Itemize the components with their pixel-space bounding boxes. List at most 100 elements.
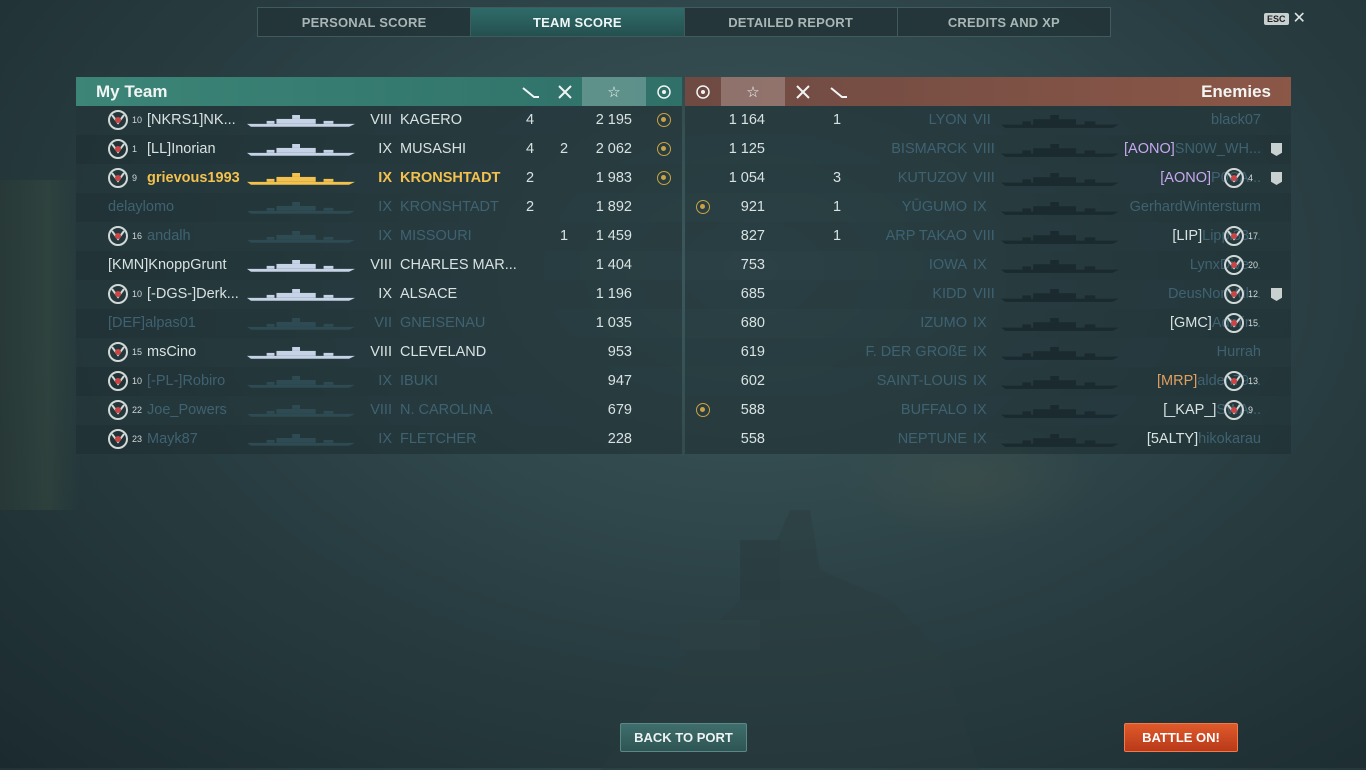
player-row[interactable]: 15 msCino VIII CLEVELAND 953 bbox=[76, 338, 682, 367]
medal-icon bbox=[696, 200, 710, 214]
rank-number: 10 bbox=[132, 115, 143, 125]
ship-name: NEPTUNE bbox=[897, 431, 967, 447]
base-xp-score: 1 459 bbox=[595, 228, 632, 244]
player-name: grievous1993 bbox=[147, 170, 240, 186]
player-name: Mayk87 bbox=[147, 431, 198, 447]
player-row[interactable]: 602 SAINT-LOUIS IX [MRP]alden79... 13 bbox=[685, 367, 1291, 396]
ship-tier: VII bbox=[973, 112, 991, 128]
tab-credits-and-xp[interactable]: CREDITS AND XP bbox=[898, 8, 1110, 36]
rank-insignia-icon bbox=[1223, 167, 1245, 189]
base-xp-score: 1 164 bbox=[728, 112, 765, 128]
rank-number: 9 bbox=[132, 173, 138, 183]
clan-tag: [MRP] bbox=[1157, 373, 1198, 389]
player-row[interactable]: [KMN]KnoppGrunt VIII CHARLES MAR... 1 404 bbox=[76, 251, 682, 280]
ship-name: IOWA bbox=[928, 257, 967, 273]
ship-name: ARP TAKAO bbox=[885, 228, 967, 244]
ship-silhouette bbox=[247, 434, 355, 446]
player-row[interactable]: 1 [LL]Inorian IX MUSASHI 4 2 2 062 bbox=[76, 135, 682, 164]
player-name: black07 bbox=[1211, 112, 1261, 128]
player-row[interactable]: 685 KIDD VIII DeusNonVul... 12 bbox=[685, 280, 1291, 309]
rank-number: 22 bbox=[132, 405, 143, 415]
ship-silhouette bbox=[1001, 173, 1119, 186]
player-nick: Joe_Powers bbox=[147, 402, 227, 418]
player-name: Joe_Powers bbox=[147, 402, 227, 418]
player-row[interactable]: 558 NEPTUNE IX [5ALTY]hikokarau bbox=[685, 425, 1291, 454]
torpedo-hits: 2 bbox=[526, 170, 535, 186]
clan-tag: [LL] bbox=[147, 141, 172, 157]
player-row[interactable]: delaylomo IX KRONSHTADT 2 1 892 bbox=[76, 193, 682, 222]
ship-tier: IX bbox=[378, 199, 392, 215]
player-row[interactable]: 22 Joe_Powers VIII N. CAROLINA 679 bbox=[76, 396, 682, 425]
player-row[interactable]: 10 [-DGS-]Derk... IX ALSACE 1 196 bbox=[76, 280, 682, 309]
player-row[interactable]: [DEF]alpas01 VII GNEISENAU 1 035 bbox=[76, 309, 682, 338]
ship-tier: VIII bbox=[973, 286, 995, 302]
rank-number: 17 bbox=[1248, 231, 1259, 241]
base-xp-score: 685 bbox=[740, 286, 765, 302]
player-nick: hikokarau bbox=[1198, 431, 1261, 447]
player-row[interactable]: 9 grievous1993 IX KRONSHTADT 2 1 983 bbox=[76, 164, 682, 193]
ship-name: CLEVELAND bbox=[400, 344, 487, 360]
ship-silhouette bbox=[1001, 260, 1119, 273]
ship-name: LYON bbox=[928, 112, 967, 128]
player-row[interactable]: 619 F. DER GROßE IX Hurrah bbox=[685, 338, 1291, 367]
player-row[interactable]: 8271ARP TAKAOVIII[LIP]Lippi33...17 bbox=[685, 222, 1291, 251]
ship-silhouette bbox=[1001, 202, 1119, 215]
torpedo-icon bbox=[513, 77, 549, 106]
clan-tag: [AONO] bbox=[1124, 141, 1175, 157]
ship-silhouette bbox=[247, 318, 355, 330]
player-row[interactable]: 10 [-PL-]Robiro IX IBUKI 947 bbox=[76, 367, 682, 396]
player-row[interactable]: 753 IOWA IX LynxDive... 20 bbox=[685, 251, 1291, 280]
planes-destroyed: 1 bbox=[833, 112, 842, 128]
ship-silhouette bbox=[1001, 289, 1119, 302]
clan-tag: [DEF] bbox=[108, 315, 146, 331]
player-row[interactable]: 921 1 YŪGUMO IX GerhardWintersturm bbox=[685, 193, 1291, 222]
player-row[interactable]: 23 Mayk87 IX FLETCHER 228 bbox=[76, 425, 682, 454]
player-row[interactable]: 16 andalh IX MISSOURI 1 1 459 bbox=[76, 222, 682, 251]
player-nick: alpas01 bbox=[145, 315, 196, 331]
player-nick: black07 bbox=[1211, 112, 1261, 128]
close-button[interactable]: ESC ✕ bbox=[1264, 11, 1306, 27]
ship-tier: IX bbox=[973, 373, 987, 389]
player-row[interactable]: 1 054 3 KUTUZOV VIII [AONO]P0CA...4 bbox=[685, 164, 1291, 193]
tab-team-score[interactable]: TEAM SCORE bbox=[471, 8, 685, 36]
enemies-title: Enemies bbox=[1201, 82, 1271, 101]
clan-tag: [LIP] bbox=[1172, 228, 1203, 244]
ship-tier: IX bbox=[973, 315, 987, 331]
planes-destroyed: 3 bbox=[833, 170, 842, 186]
player-name: GerhardWintersturm bbox=[1130, 199, 1261, 215]
ship-tier: IX bbox=[973, 402, 987, 418]
torpedo-hits: 2 bbox=[526, 199, 535, 215]
clan-tag: [5ALTY] bbox=[1146, 431, 1199, 447]
player-name: [NKRS1]NK... bbox=[147, 112, 236, 128]
player-nick: SN0W_WH... bbox=[1174, 141, 1261, 157]
rank-number: 16 bbox=[132, 231, 143, 241]
ship-name: BUFFALO bbox=[900, 402, 967, 418]
player-row[interactable]: 588 BUFFALO IX [_KAP_]SWA... 9 bbox=[685, 396, 1291, 425]
enemies-panel: ☆ Enemies 1 164 1 LYON VII black07 1 125 BISMA… bbox=[685, 77, 1291, 454]
rank-number: 9 bbox=[1248, 405, 1254, 415]
ship-name: GNEISENAU bbox=[400, 315, 486, 331]
clan-tag: [NKRS1] bbox=[147, 112, 204, 128]
tab-detailed-report[interactable]: DETAILED REPORT bbox=[685, 8, 898, 36]
player-row[interactable]: 1 164 1 LYON VII black07 bbox=[685, 106, 1291, 135]
ship-name: ALSACE bbox=[400, 286, 458, 302]
base-xp-score: 588 bbox=[740, 402, 765, 418]
player-row[interactable]: 10 [NKRS1]NK... VIII KAGERO 4 2 195 bbox=[76, 106, 682, 135]
ship-tier: IX bbox=[378, 141, 392, 157]
ship-name: SAINT-LOUIS bbox=[876, 373, 967, 389]
ship-silhouette bbox=[1001, 115, 1119, 128]
player-row[interactable]: 680IZUMOIX[GMC]Admir...15 bbox=[685, 309, 1291, 338]
my-team-panel: My Team ☆ 10 [NKRS1]NK... VIII KAGERO 4 2 195… bbox=[76, 77, 682, 454]
player-row[interactable]: 1 125 BISMARCK VIII [AONO]SN0W_WH... bbox=[685, 135, 1291, 164]
back-to-port-button[interactable]: BACK TO PORT bbox=[620, 723, 747, 752]
player-nick: GerhardWintersturm bbox=[1129, 199, 1261, 215]
player-name: andalh bbox=[147, 228, 191, 244]
tab-personal-score[interactable]: PERSONAL SCORE bbox=[258, 8, 472, 36]
ship-name: MUSASHI bbox=[400, 141, 467, 157]
rank-insignia-icon bbox=[107, 109, 129, 131]
ship-silhouette bbox=[247, 376, 355, 388]
base-xp-score: 619 bbox=[740, 344, 765, 360]
battle-on-button[interactable]: BATTLE ON! bbox=[1124, 723, 1238, 752]
player-name: [DEF]alpas01 bbox=[108, 315, 196, 331]
ship-tier: IX bbox=[973, 344, 987, 360]
